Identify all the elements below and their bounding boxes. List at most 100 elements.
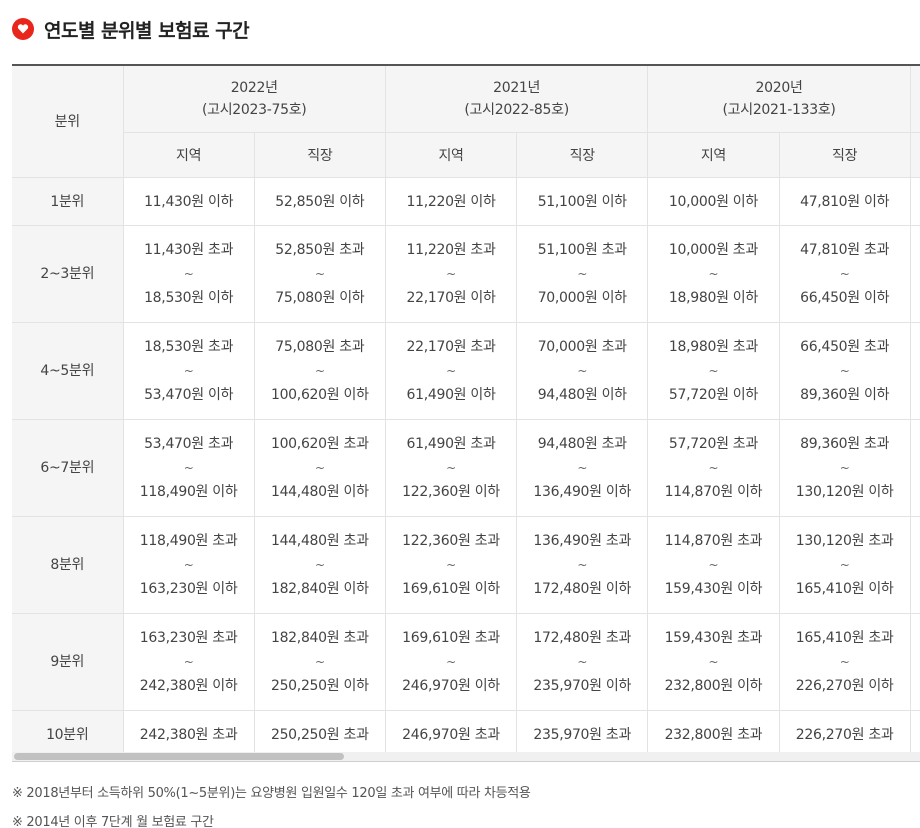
bracket-cell: 100,620원 초과 ~144,480원 이하 [253,418,386,517]
bracket-cell: 52,850원 이하 [253,176,386,226]
bracket-from: 18,530원 초과 [144,338,234,355]
range-tilde: ~ [446,363,456,378]
range-tilde: ~ [314,460,325,475]
range-tilde: ~ [183,363,194,378]
range-tilde: ~ [708,460,719,475]
bracket-from: 66,450원 초과 [800,338,890,355]
range-tilde: ~ [708,557,719,572]
range-tilde: ~ [183,266,194,281]
overflow-cell [909,224,920,323]
bracket-from: 53,470원 초과 [144,435,234,452]
overflow-cell [909,515,920,614]
table-row: 8분위 118,490원 초과 ~163,230원 이하 144,480원 초과 ~18… [12,515,920,614]
bracket-to: 163,230원 이하 [139,580,238,597]
bracket-from: 11,430원 초과 [144,241,234,258]
page-title-row: 연도별 분위별 보험료 구간 [12,14,250,44]
bracket-from: 11,220원 이하 [406,194,496,210]
bracket-cell: 130,120원 초과 ~165,410원 이하 [778,515,911,614]
bracket-from: 182,840원 초과 [270,629,369,646]
range-tilde: ~ [577,266,588,281]
bracket-from: 122,360원 초과 [402,532,500,549]
range-tilde: ~ [708,363,719,378]
range-tilde: ~ [314,266,325,281]
bracket-to: 94,480원 이하 [537,386,627,403]
bracket-cell: 89,360원 초과 ~130,120원 이하 [778,418,911,517]
bracket-from: 47,810원 초과 [800,241,890,258]
notice-label: (고시2022-85호) [464,101,569,118]
bracket-from: 47,810원 이하 [800,194,890,210]
bracket-cell: 235,970원 초과 [516,709,649,759]
range-tilde: ~ [183,557,194,572]
table-scroll-container[interactable]: 분위 2022년 (고시2023-75호) 2021년 (고시2022-85호)… [12,64,920,762]
quintile-header: 분위 [12,64,124,178]
year-header-2021: 2021년 (고시2022-85호) [384,64,649,133]
year-header-2022: 2022년 (고시2023-75호) [122,64,386,133]
bracket-cell: 10,000원 초과 ~18,980원 이하 [647,224,780,323]
bracket-from: 144,480원 초과 [270,532,369,549]
range-tilde: ~ [708,266,719,281]
bracket-cell: 118,490원 초과 ~163,230원 이하 [122,515,255,614]
range-tilde: ~ [446,266,456,281]
bracket-cell: 18,530원 초과 ~53,470원 이하 [122,321,255,420]
page-title: 연도별 분위별 보험료 구간 [44,19,250,42]
bracket-to: 226,270원 이하 [795,677,894,694]
bracket-from: 163,230원 초과 [139,629,238,646]
quintile-label: 10분위 [12,709,124,759]
table-row: 2~3분위 11,430원 초과 ~18,530원 이하 52,850원 초과 ~75,… [12,224,920,323]
quintile-label: 9분위 [12,612,124,711]
bracket-cell: 250,250원 초과 [253,709,386,759]
scrollbar-thumb[interactable] [14,753,344,760]
bracket-from: 165,410원 초과 [795,629,894,646]
bracket-cell: 182,840원 초과 ~250,250원 이하 [253,612,386,711]
bracket-cell: 11,430원 초과 ~18,530원 이하 [122,224,255,323]
bracket-from: 11,220원 초과 [406,241,496,258]
bracket-from: 130,120원 초과 [795,532,894,549]
bracket-cell: 47,810원 초과 ~66,450원 이하 [778,224,911,323]
bracket-to: 144,480원 이하 [270,483,369,500]
bracket-to: 242,380원 이하 [139,677,238,694]
overflow-cell [909,176,920,226]
range-tilde: ~ [314,557,325,572]
sub-header-overflow [909,131,920,178]
bracket-to: 61,490원 이하 [406,386,496,403]
range-tilde: ~ [708,654,719,669]
bracket-from: 11,430원 이하 [144,194,234,210]
heart-badge-icon [12,18,34,40]
bracket-cell: 66,450원 초과 ~89,360원 이하 [778,321,911,420]
bracket-from: 118,490원 초과 [139,532,238,549]
table-body: 1분위 11,430원 이하 52,850원 이하 11,220원 이하 51,100원… [12,176,920,759]
bracket-to: 169,610원 이하 [402,580,500,597]
table-bottom-border [12,761,920,762]
bracket-to: 70,000원 이하 [537,289,627,306]
range-tilde: ~ [839,266,850,281]
bracket-to: 165,410원 이하 [795,580,894,597]
bracket-cell: 22,170원 초과 ~61,490원 이하 [384,321,518,420]
bracket-cell: 242,380원 초과 [122,709,255,759]
year-label: 2022년 [230,79,278,96]
range-tilde: ~ [314,363,325,378]
bracket-from: 136,490원 초과 [533,532,632,549]
bracket-to: 118,490원 이하 [139,483,238,500]
bracket-cell: 94,480원 초과 ~136,490원 이하 [516,418,649,517]
bracket-to: 232,800원 이하 [664,677,763,694]
range-tilde: ~ [183,460,194,475]
table-row: 6~7분위 53,470원 초과 ~118,490원 이하 100,620원 초과 ~1… [12,418,920,517]
bracket-from: 172,480원 초과 [533,629,632,646]
bracket-cell: 136,490원 초과 ~172,480원 이하 [516,515,649,614]
bracket-to: 182,840원 이하 [270,580,369,597]
bracket-cell: 53,470원 초과 ~118,490원 이하 [122,418,255,517]
bracket-to: 122,360원 이하 [402,483,500,500]
bracket-cell: 51,100원 이하 [516,176,649,226]
bracket-to: 130,120원 이하 [795,483,894,500]
horizontal-scrollbar[interactable] [12,752,920,761]
premium-bracket-table: 분위 2022년 (고시2023-75호) 2021년 (고시2022-85호)… [12,64,920,759]
sub-header-workplace: 직장 [253,131,386,178]
table-row: 10분위 242,380원 초과 250,250원 초과 246,970원 초과 235… [12,709,920,759]
range-tilde: ~ [839,363,850,378]
bracket-cell: 144,480원 초과 ~182,840원 이하 [253,515,386,614]
bracket-from: 75,080원 초과 [275,338,365,355]
range-tilde: ~ [577,460,588,475]
range-tilde: ~ [839,557,850,572]
bracket-to: 75,080원 이하 [275,289,365,306]
quintile-label: 2~3분위 [12,224,124,323]
